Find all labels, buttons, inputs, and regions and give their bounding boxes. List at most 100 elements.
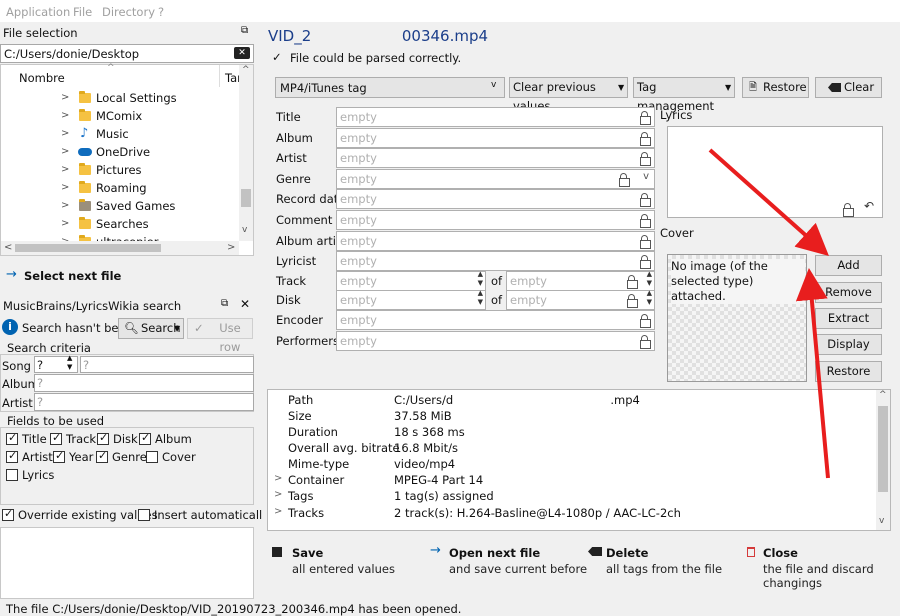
checkbox[interactable] <box>50 431 62 445</box>
chevron-right-icon[interactable]: > <box>61 110 69 121</box>
lock-icon[interactable] <box>640 335 651 349</box>
delete-action[interactable]: Delete all tags from the file <box>588 545 728 589</box>
cover-restore-button[interactable]: Restore <box>815 361 882 382</box>
chevron-right-icon[interactable]: > <box>61 182 69 193</box>
insert-auto-checkbox[interactable]: Insert automatically <box>138 508 269 522</box>
mb-search-button[interactable]: 🔍︎ Search ▼ <box>118 318 184 339</box>
lock-icon[interactable] <box>640 152 651 166</box>
artist-field[interactable]: empty <box>336 148 655 168</box>
title-field[interactable]: empty <box>336 107 655 127</box>
lock-icon[interactable] <box>640 255 651 269</box>
field-checkbox-genre[interactable]: Genre <box>96 449 147 464</box>
checkbox[interactable] <box>138 509 150 521</box>
spin-up-icon[interactable]: ▲ <box>67 354 72 362</box>
disk-number-field[interactable]: empty ▲ ▼ <box>336 289 486 310</box>
checkbox[interactable] <box>53 449 65 463</box>
spin-down-icon[interactable]: ▼ <box>478 279 483 287</box>
field-checkbox-cover[interactable]: Cover <box>146 450 196 464</box>
checkbox[interactable] <box>2 507 14 521</box>
lock-icon[interactable] <box>640 314 651 328</box>
cover-remove-button[interactable]: Remove <box>815 282 882 303</box>
restore-button[interactable]: 🗎 Restore <box>742 77 809 98</box>
undock-icon[interactable]: ⧉ <box>221 298 228 309</box>
album-artist-field[interactable]: empty <box>336 231 655 251</box>
close-icon[interactable]: ✕ <box>240 297 250 311</box>
chevron-right-icon[interactable]: > <box>61 146 69 157</box>
spin-up-icon[interactable]: ▲ <box>647 289 652 297</box>
scroll-right-icon[interactable]: > <box>227 242 235 253</box>
tree-item[interactable]: > ♪ Music <box>1 125 241 143</box>
lyrics-textarea[interactable]: ↶ <box>667 126 883 218</box>
spin-up-icon[interactable]: ▲ <box>478 270 483 278</box>
field-checkbox-lyrics[interactable]: Lyrics <box>6 468 54 482</box>
lock-icon[interactable] <box>640 132 651 146</box>
song-number-input[interactable]: ? ▲ ▼ <box>34 354 78 373</box>
clear-path-icon[interactable]: ✕ <box>234 47 250 59</box>
chevron-down-icon[interactable]: v <box>643 171 649 182</box>
spin-down-icon[interactable]: ▼ <box>478 298 483 306</box>
tree-item[interactable]: > Saved Games <box>1 197 241 215</box>
select-next-file-button[interactable]: → Select next file <box>6 267 206 284</box>
checkbox[interactable] <box>146 451 158 463</box>
field-checkbox-disk[interactable]: Disk <box>97 431 138 446</box>
scroll-up-icon[interactable]: ^ <box>242 65 250 75</box>
scroll-down-icon[interactable]: v <box>242 225 247 235</box>
tree-item[interactable]: > Roaming <box>1 179 241 197</box>
info-vscrollbar[interactable]: ^ v <box>876 390 890 530</box>
lock-icon[interactable] <box>627 294 638 308</box>
lock-icon[interactable] <box>619 173 630 187</box>
encoder-field[interactable]: empty <box>336 310 655 330</box>
lock-icon[interactable] <box>640 111 651 125</box>
scroll-down-icon[interactable]: v <box>879 516 884 526</box>
field-checkbox-artist[interactable]: Artist <box>6 449 53 464</box>
clear-button[interactable]: Clear <box>815 77 882 98</box>
checkbox[interactable] <box>6 449 18 463</box>
spin-down-icon[interactable]: ▼ <box>647 298 652 306</box>
lock-icon[interactable] <box>640 235 651 249</box>
chevron-right-icon[interactable]: > <box>61 218 69 229</box>
lyricist-field[interactable]: empty <box>336 251 655 271</box>
menu-application[interactable]: Application <box>6 5 70 19</box>
clear-previous-values-button[interactable]: Clear previous values ▼ <box>509 77 628 113</box>
tag-type-select[interactable]: MP4/iTunes tag v <box>275 77 505 98</box>
chevron-right-icon[interactable]: > <box>61 128 69 139</box>
hscroll-thumb[interactable] <box>15 244 161 252</box>
spin-down-icon[interactable]: ▼ <box>647 279 652 287</box>
chevron-right-icon[interactable]: > <box>61 200 69 211</box>
track-total-field[interactable]: empty ▲ ▼ <box>506 270 655 291</box>
scroll-thumb[interactable] <box>878 406 888 492</box>
field-checkbox-year[interactable]: Year <box>53 449 93 464</box>
column-name[interactable]: Nombre <box>19 71 65 85</box>
checkbox[interactable] <box>6 431 18 445</box>
spin-up-icon[interactable]: ▲ <box>647 270 652 278</box>
scroll-up-icon[interactable]: ^ <box>879 390 887 400</box>
undock-icon[interactable]: ⧉ <box>241 25 248 36</box>
spin-up-icon[interactable]: ▲ <box>478 289 483 297</box>
checkbox[interactable] <box>6 469 18 481</box>
tree-item[interactable]: > MComix <box>1 107 241 125</box>
chevron-right-icon[interactable]: > <box>61 164 69 175</box>
track-number-field[interactable]: empty ▲ ▼ <box>336 270 486 291</box>
album-input[interactable]: ? <box>34 374 254 392</box>
field-checkbox-track[interactable]: Track <box>50 431 96 446</box>
genre-field[interactable]: empty v <box>336 169 655 189</box>
album-field[interactable]: empty <box>336 128 655 148</box>
save-action[interactable]: Save all entered values <box>272 545 412 589</box>
menu-file[interactable]: File <box>73 5 92 19</box>
record-date-field[interactable]: empty <box>336 189 655 209</box>
tag-management-button[interactable]: Tag management ▼ <box>633 77 735 113</box>
chevron-right-icon[interactable]: > <box>61 92 69 103</box>
field-checkbox-album[interactable]: Album <box>139 431 192 446</box>
mb-results-list[interactable] <box>0 527 254 599</box>
checkbox[interactable] <box>96 449 108 463</box>
lock-icon[interactable] <box>640 193 651 207</box>
open-next-file-action[interactable]: → Open next file and save current before <box>430 543 587 589</box>
lock-icon[interactable] <box>627 275 638 289</box>
lock-icon[interactable] <box>843 203 854 217</box>
field-checkbox-title[interactable]: Title <box>6 431 47 446</box>
path-input[interactable]: C:/Users/donie/Desktop ✕ <box>0 44 254 63</box>
disk-total-field[interactable]: empty ▲ ▼ <box>506 289 655 310</box>
scroll-thumb[interactable] <box>241 189 251 207</box>
chevron-right-icon[interactable]: > <box>274 506 282 517</box>
override-checkbox[interactable]: Override existing values <box>2 507 158 522</box>
